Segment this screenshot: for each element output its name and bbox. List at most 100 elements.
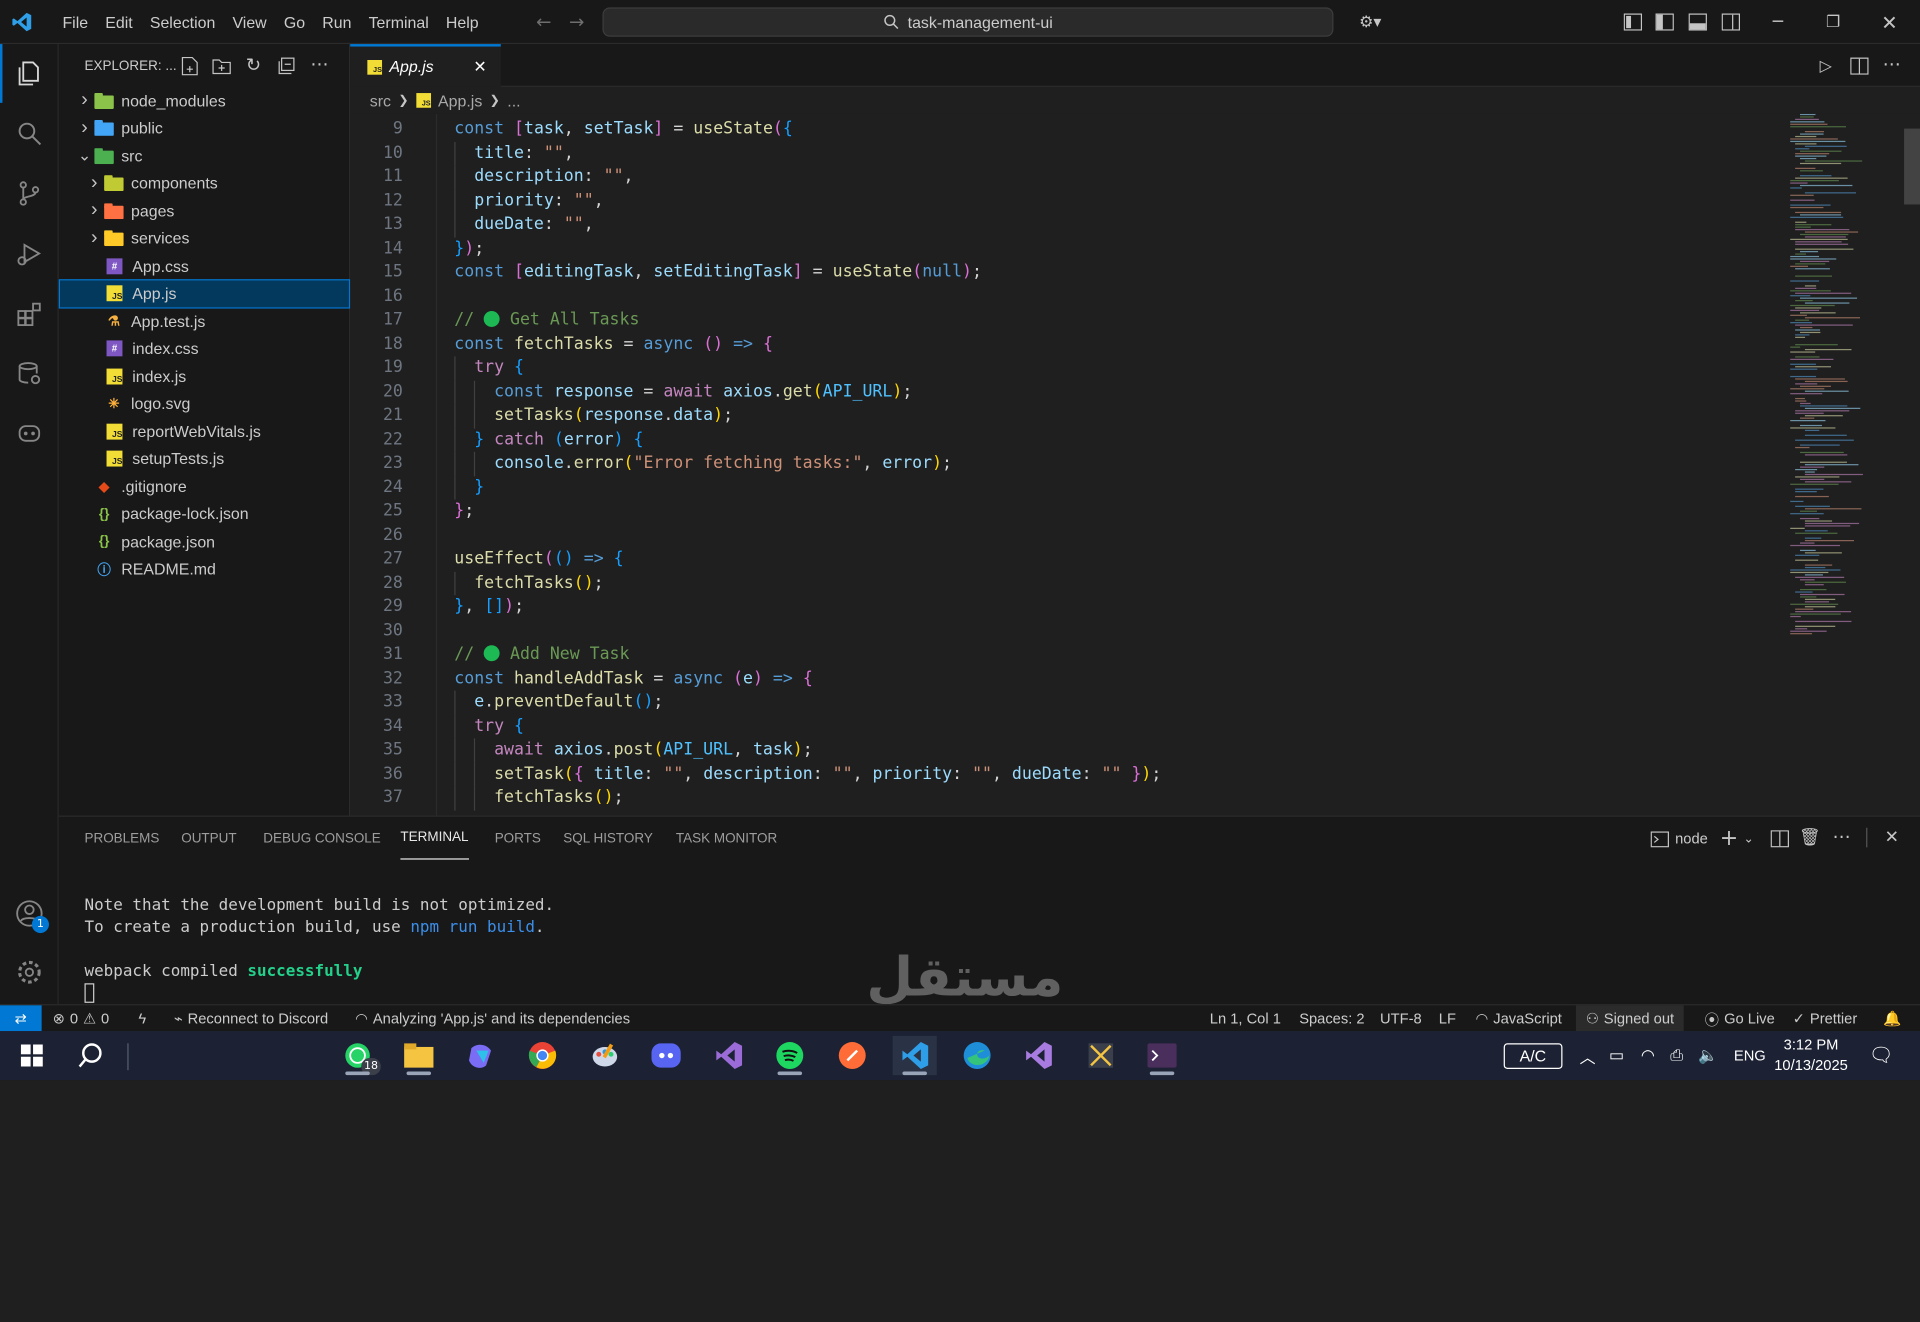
code-line[interactable]: priority: "", xyxy=(454,189,603,213)
encoding[interactable]: UTF-8 xyxy=(1380,1005,1422,1032)
database-icon[interactable] xyxy=(0,344,59,403)
tree-file-app-js[interactable]: JS App.js xyxy=(58,278,351,308)
maximize-icon[interactable]: ❐ xyxy=(1821,10,1845,34)
forward-arrow-icon[interactable]: → xyxy=(564,10,588,34)
menu-view[interactable]: View xyxy=(224,13,275,31)
editor-scrollbar[interactable] xyxy=(1904,113,1920,816)
chevron-down-icon[interactable]: ⌄ xyxy=(1741,828,1756,850)
collapse-all-icon[interactable] xyxy=(276,55,298,77)
explorer-icon[interactable] xyxy=(0,44,59,103)
visual-studio-2-icon[interactable] xyxy=(1016,1036,1060,1075)
menu-selection[interactable]: Selection xyxy=(141,13,224,31)
code-line[interactable]: // Get All Tasks xyxy=(454,309,639,333)
file-explorer-icon[interactable] xyxy=(397,1036,441,1076)
tree-folder-components[interactable]: › components xyxy=(60,170,349,197)
code-line[interactable]: const handleAddTask = async (e) => { xyxy=(454,667,812,691)
discord-icon[interactable] xyxy=(644,1036,688,1075)
spotify-icon[interactable] xyxy=(768,1036,812,1076)
menu-terminal[interactable]: Terminal xyxy=(360,13,437,31)
terminal-shell-selector[interactable]: node xyxy=(1650,828,1708,850)
vscode-taskbar-icon[interactable] xyxy=(892,1035,937,1076)
chrome-icon[interactable] xyxy=(520,1036,564,1075)
code-line[interactable]: } catch (error) { xyxy=(454,428,643,452)
tab-task-monitor[interactable]: TASK MONITOR xyxy=(676,817,777,860)
tab-output[interactable]: OUTPUT xyxy=(181,817,236,860)
extensions-icon[interactable] xyxy=(0,284,59,343)
menu-go[interactable]: Go xyxy=(275,13,313,31)
code-line[interactable]: } xyxy=(454,476,484,500)
tree-folder-src[interactable]: ⌄ src xyxy=(60,142,349,169)
menu-edit[interactable]: Edit xyxy=(97,13,142,31)
tree-file-logo-svg[interactable]: ✳ logo.svg xyxy=(60,390,349,417)
run-code-icon[interactable]: ▷ xyxy=(1815,55,1837,77)
new-terminal-icon[interactable]: + xyxy=(1719,825,1739,851)
notifications-bell-icon[interactable]: 🔔 xyxy=(1883,1005,1901,1032)
visual-studio-icon[interactable] xyxy=(707,1036,751,1075)
account-status[interactable]: ⚇ Signed out xyxy=(1575,1005,1684,1033)
whatsapp-icon[interactable]: 18 xyxy=(336,1036,381,1076)
tree-folder-pages[interactable]: › pages xyxy=(60,197,349,224)
code-line[interactable]: }); xyxy=(454,237,484,261)
code-line[interactable]: title: "", xyxy=(454,141,574,165)
copilot-icon[interactable] xyxy=(459,1036,503,1075)
keyboard-mode[interactable]: A/C xyxy=(1503,1031,1563,1080)
wifi-icon[interactable]: ◠ xyxy=(1641,1031,1655,1080)
refresh-icon[interactable]: ↻ xyxy=(242,54,264,76)
run-debug-icon[interactable] xyxy=(0,224,59,283)
indentation[interactable]: Spaces: 2 xyxy=(1299,1005,1364,1032)
battery-icon[interactable]: ▭ xyxy=(1609,1031,1624,1080)
tree-file-package-lock-json[interactable]: {} package-lock.json xyxy=(60,500,349,527)
tree-file-package-json[interactable]: {} package.json xyxy=(60,528,349,555)
code-line[interactable]: const [editingTask, setEditingTask] = us… xyxy=(454,261,982,285)
tree-file--gitignore[interactable]: ◆ .gitignore xyxy=(60,473,349,500)
source-control-icon[interactable] xyxy=(0,164,59,223)
tree-file-readme-md[interactable]: ⓘ README.md xyxy=(60,555,349,582)
breadcrumb-symbol[interactable]: ... xyxy=(507,91,520,109)
tray-chevron-up-icon[interactable]: ︿ xyxy=(1580,1031,1596,1080)
close-tab-icon[interactable]: ✕ xyxy=(470,58,490,78)
tab-terminal[interactable]: TERMINAL xyxy=(400,817,469,860)
cursor-position[interactable]: Ln 1, Col 1 xyxy=(1210,1005,1281,1032)
split-editor-icon[interactable] xyxy=(1848,55,1870,77)
postman-icon[interactable] xyxy=(830,1036,874,1075)
problems-indicator[interactable]: ⊗ 0 ⚠ 0 xyxy=(53,1005,110,1032)
code-line[interactable]: }; xyxy=(454,500,474,524)
copilot-menu-icon[interactable]: ⚙▾ xyxy=(1349,10,1391,34)
tab-app-js[interactable]: JS App.js ✕ xyxy=(350,44,501,87)
go-live-button[interactable]: ⦿ Go Live xyxy=(1705,1005,1775,1032)
customize-layout-icon[interactable] xyxy=(1621,11,1643,33)
lightning-icon[interactable]: ϟ xyxy=(138,1005,146,1032)
tree-file-index-js[interactable]: JS index.js xyxy=(60,362,349,389)
code-line[interactable]: await axios.post(API_URL, task); xyxy=(454,738,813,762)
code-line[interactable]: // Add New Task xyxy=(454,643,629,667)
input-language[interactable]: ENG xyxy=(1734,1031,1766,1080)
menu-run[interactable]: Run xyxy=(314,13,360,31)
notification-center-icon[interactable]: 🗨 xyxy=(1869,1031,1894,1080)
windows-search-icon[interactable] xyxy=(69,1036,113,1075)
end-of-line[interactable]: LF xyxy=(1439,1005,1456,1032)
minimize-icon[interactable]: ─ xyxy=(1766,10,1790,34)
breadcrumb-folder[interactable]: src xyxy=(370,91,391,109)
volume-icon[interactable]: 🔈 xyxy=(1698,1031,1718,1080)
clock[interactable]: 3:12 PM 10/13/2025 xyxy=(1771,1031,1852,1080)
windows-start-icon[interactable] xyxy=(10,1036,54,1075)
tree-file-index-css[interactable]: # index.css xyxy=(60,335,349,362)
code-line[interactable]: try { xyxy=(454,714,524,738)
panel-more-actions-icon[interactable]: ⋯ xyxy=(1831,825,1853,847)
remote-indicator-icon[interactable]: ⇄ xyxy=(0,1005,42,1033)
code-line[interactable]: description: "", xyxy=(454,165,633,189)
editor-more-actions-icon[interactable]: ⋯ xyxy=(1881,53,1903,75)
code-line[interactable]: fetchTasks(); xyxy=(454,786,623,810)
code-line[interactable]: try { xyxy=(454,356,524,380)
code-line[interactable]: const [task, setTask] = useState({ xyxy=(454,118,793,142)
edge-icon[interactable] xyxy=(955,1036,999,1075)
scrollbar-thumb[interactable] xyxy=(1904,128,1920,205)
terminal-scrollbar[interactable] xyxy=(1905,871,1918,1006)
search-sidebar-icon[interactable] xyxy=(0,104,59,163)
language-mode[interactable]: ◠ JavaScript xyxy=(1476,1005,1562,1032)
tree-folder-services[interactable]: › services xyxy=(60,225,349,252)
toggle-sidebar-icon[interactable] xyxy=(1653,11,1675,33)
toggle-secondary-sidebar-icon[interactable] xyxy=(1719,11,1741,33)
code-line[interactable]: useEffect(() => { xyxy=(454,547,623,571)
code-line[interactable]: }, []); xyxy=(454,595,524,619)
